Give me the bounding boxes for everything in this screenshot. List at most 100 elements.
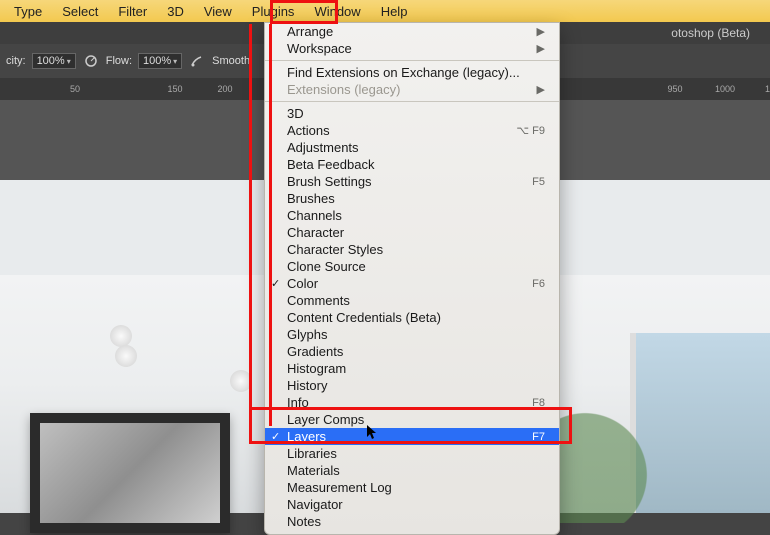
wall-art bbox=[30, 413, 230, 533]
menu-item-label: Materials bbox=[287, 463, 545, 478]
submenu-arrow-icon: ▶ bbox=[537, 83, 545, 96]
flow-field[interactable]: 100% ▾ bbox=[138, 53, 182, 69]
menu-shortcut: F7 bbox=[532, 431, 545, 443]
menu-item-character-styles[interactable]: Character Styles bbox=[265, 241, 559, 258]
menu-item-comments[interactable]: Comments bbox=[265, 292, 559, 309]
menu-item-label: Gradients bbox=[287, 344, 545, 359]
menu-item-label: Color bbox=[287, 276, 532, 291]
menu-separator bbox=[265, 101, 559, 102]
menu-item-label: Info bbox=[287, 395, 532, 410]
menu-item-label: Histogram bbox=[287, 361, 545, 376]
window-menu-dropdown: Arrange▶Workspace▶Find Extensions on Exc… bbox=[264, 22, 560, 535]
menu-item-content-credentials-beta-[interactable]: Content Credentials (Beta) bbox=[265, 309, 559, 326]
ceiling-light bbox=[230, 370, 252, 392]
menu-item-brush-settings[interactable]: Brush SettingsF5 bbox=[265, 173, 559, 190]
menu-item-label: Measurement Log bbox=[287, 480, 545, 495]
menu-item-label: Brush Settings bbox=[287, 174, 532, 189]
menu-item-actions[interactable]: Actions⌥ F9 bbox=[265, 122, 559, 139]
mouse-cursor bbox=[367, 425, 379, 441]
menu-item-label: Channels bbox=[287, 208, 545, 223]
menu-window[interactable]: Window bbox=[304, 2, 370, 21]
menu-item-arrange[interactable]: Arrange▶ bbox=[265, 23, 559, 40]
chevron-down-icon: ▾ bbox=[67, 57, 71, 66]
menu-item-beta-feedback[interactable]: Beta Feedback bbox=[265, 156, 559, 173]
menu-item-character[interactable]: Character bbox=[265, 224, 559, 241]
flow-label: Flow: bbox=[106, 55, 132, 67]
ruler-tick: 1000 bbox=[700, 84, 750, 94]
menu-item-info[interactable]: InfoF8 bbox=[265, 394, 559, 411]
menu-select[interactable]: Select bbox=[52, 2, 108, 21]
menu-item-label: Brushes bbox=[287, 191, 545, 206]
menu-item-libraries[interactable]: Libraries bbox=[265, 445, 559, 462]
opacity-label: city: bbox=[6, 55, 26, 67]
ceiling-light bbox=[115, 345, 137, 367]
menu-item-label: Libraries bbox=[287, 446, 545, 461]
menu-item-color[interactable]: ✓ ColorF6 bbox=[265, 275, 559, 292]
menu-item-label: 3D bbox=[287, 106, 545, 121]
menu-item-brushes[interactable]: Brushes bbox=[265, 190, 559, 207]
pressure-opacity-icon[interactable] bbox=[82, 52, 100, 70]
menu-plugins[interactable]: Plugins bbox=[242, 2, 305, 21]
opacity-value: 100% bbox=[37, 55, 65, 67]
menu-item-find-extensions-on-exchange-legacy-[interactable]: Find Extensions on Exchange (legacy)... bbox=[265, 64, 559, 81]
submenu-arrow-icon: ▶ bbox=[537, 25, 545, 38]
check-icon: ✓ bbox=[271, 277, 280, 290]
menu-shortcut: ⌥ F9 bbox=[516, 124, 545, 137]
flow-value: 100% bbox=[143, 55, 171, 67]
menu-item-adjustments[interactable]: Adjustments bbox=[265, 139, 559, 156]
ruler-tick: 200 bbox=[200, 84, 250, 94]
menu-filter[interactable]: Filter bbox=[108, 2, 157, 21]
menu-item-label: Adjustments bbox=[287, 140, 545, 155]
menu-item-notes[interactable]: Notes bbox=[265, 513, 559, 530]
menu-item-gradients[interactable]: Gradients bbox=[265, 343, 559, 360]
menu-shortcut: F6 bbox=[532, 278, 545, 290]
ruler-tick: 950 bbox=[650, 84, 700, 94]
menu-item-label: Workspace bbox=[287, 41, 537, 56]
menu-3d[interactable]: 3D bbox=[157, 2, 194, 21]
menu-item-layers[interactable]: ✓ LayersF7 bbox=[265, 428, 559, 445]
menu-item-layer-comps[interactable]: Layer Comps bbox=[265, 411, 559, 428]
ceiling-light bbox=[110, 325, 132, 347]
menu-item-history[interactable]: History bbox=[265, 377, 559, 394]
menu-item-workspace[interactable]: Workspace▶ bbox=[265, 40, 559, 57]
menu-item-label: Layer Comps bbox=[287, 412, 545, 427]
ruler-tick: 150 bbox=[150, 84, 200, 94]
menu-item-label: Character Styles bbox=[287, 242, 545, 257]
menu-item-extensions-legacy-: Extensions (legacy)▶ bbox=[265, 81, 559, 98]
chevron-down-icon: ▾ bbox=[173, 57, 177, 66]
menu-item-label: Glyphs bbox=[287, 327, 545, 342]
menu-item-clone-source[interactable]: Clone Source bbox=[265, 258, 559, 275]
menu-item-3d[interactable]: 3D bbox=[265, 105, 559, 122]
menu-shortcut: F5 bbox=[532, 176, 545, 188]
menu-item-navigator[interactable]: Navigator bbox=[265, 496, 559, 513]
menu-item-measurement-log[interactable]: Measurement Log bbox=[265, 479, 559, 496]
menu-item-materials[interactable]: Materials bbox=[265, 462, 559, 479]
menu-item-label: Actions bbox=[287, 123, 516, 138]
menu-item-label: Arrange bbox=[287, 24, 537, 39]
menubar: TypeSelectFilter3DViewPluginsWindowHelp bbox=[0, 0, 770, 22]
menu-item-label: Extensions (legacy) bbox=[287, 82, 537, 97]
menu-help[interactable]: Help bbox=[371, 2, 418, 21]
menu-item-label: Find Extensions on Exchange (legacy)... bbox=[287, 65, 545, 80]
menu-item-label: Beta Feedback bbox=[287, 157, 545, 172]
menu-item-label: Notes bbox=[287, 514, 545, 529]
menu-item-label: Layers bbox=[287, 429, 532, 444]
menu-view[interactable]: View bbox=[194, 2, 242, 21]
menu-item-channels[interactable]: Channels bbox=[265, 207, 559, 224]
menu-item-label: History bbox=[287, 378, 545, 393]
menu-type[interactable]: Type bbox=[4, 2, 52, 21]
menu-separator bbox=[265, 60, 559, 61]
menu-item-histogram[interactable]: Histogram bbox=[265, 360, 559, 377]
menu-item-label: Content Credentials (Beta) bbox=[287, 310, 545, 325]
menu-item-label: Clone Source bbox=[287, 259, 545, 274]
menu-item-label: Comments bbox=[287, 293, 545, 308]
opacity-field[interactable]: 100% ▾ bbox=[32, 53, 76, 69]
airbrush-icon[interactable] bbox=[188, 52, 206, 70]
submenu-arrow-icon: ▶ bbox=[537, 42, 545, 55]
menu-item-label: Character bbox=[287, 225, 545, 240]
ruler-tick: 50 bbox=[50, 84, 100, 94]
check-icon: ✓ bbox=[271, 430, 280, 443]
menu-item-label: Navigator bbox=[287, 497, 545, 512]
menu-item-glyphs[interactable]: Glyphs bbox=[265, 326, 559, 343]
ruler-tick: 1050 bbox=[750, 84, 770, 94]
